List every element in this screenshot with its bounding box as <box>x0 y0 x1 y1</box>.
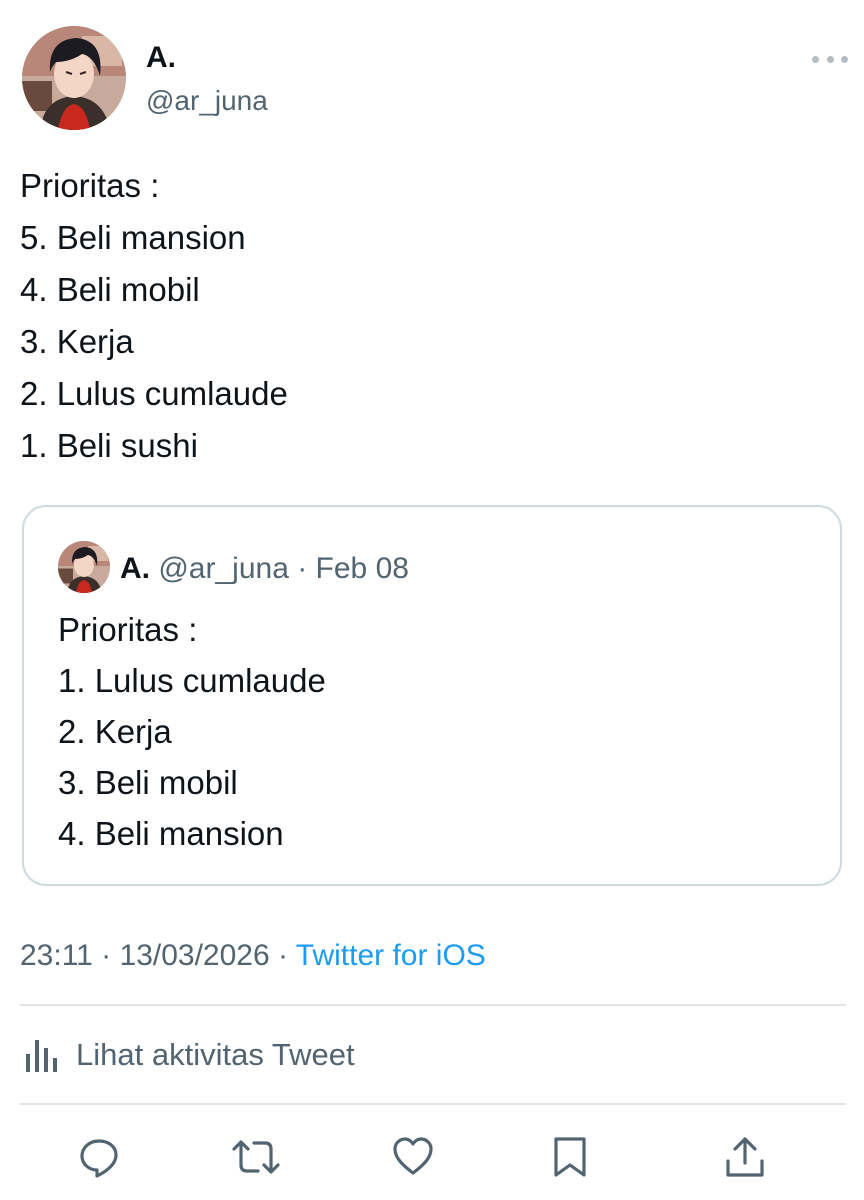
tweet-line: 5. Beli mansion <box>20 219 246 256</box>
retweet-icon <box>232 1140 280 1174</box>
quoted-author-name: A. <box>120 552 150 585</box>
quoted-tweet-text: Prioritas : 1. Lulus cumlaude 2. Kerja 3… <box>58 604 326 859</box>
heart-icon <box>393 1137 433 1175</box>
share-button[interactable] <box>718 1130 772 1184</box>
author-avatar[interactable] <box>22 26 126 130</box>
tweet-source[interactable]: Twitter for iOS <box>296 939 486 972</box>
view-activity-button[interactable]: Lihat aktivitas Tweet <box>20 1030 355 1080</box>
bookmark-icon <box>554 1137 586 1177</box>
quoted-author-avatar <box>58 541 110 593</box>
quoted-tweet-header: A. @ar_juna · Feb 08 <box>120 551 409 587</box>
tweet-line: 1. Beli sushi <box>20 427 198 464</box>
quoted-tweet-card[interactable]: A. @ar_juna · Feb 08 Prioritas : 1. Lulu… <box>22 505 842 886</box>
tweet-line: 2. Lulus cumlaude <box>20 375 288 412</box>
view-activity-label: Lihat aktivitas Tweet <box>76 1037 355 1072</box>
like-button[interactable] <box>386 1130 440 1184</box>
tweet-line: 4. Beli mobil <box>20 271 200 308</box>
divider <box>20 1103 846 1105</box>
tweet-line: 3. Kerja <box>20 323 134 360</box>
quoted-line: 3. Beli mobil <box>58 764 238 801</box>
reply-button[interactable] <box>72 1130 126 1184</box>
quoted-line: 2. Kerja <box>58 713 172 750</box>
author-name[interactable]: A. <box>146 38 176 78</box>
tweet-line: Prioritas : <box>20 167 160 204</box>
share-icon <box>726 1137 764 1177</box>
quoted-line: Prioritas : <box>58 611 198 648</box>
reply-icon <box>80 1139 118 1178</box>
retweet-button[interactable] <box>229 1130 283 1184</box>
quoted-author-handle: @ar_juna <box>158 552 289 585</box>
bar-chart-icon <box>26 1040 57 1072</box>
divider <box>20 1004 846 1006</box>
author-handle[interactable]: @ar_juna <box>146 83 268 119</box>
quoted-line: 1. Lulus cumlaude <box>58 662 326 699</box>
more-dots-icon[interactable] <box>812 50 848 68</box>
tweet-timestamp[interactable]: 23:11 · 13/03/2026 · <box>20 939 296 972</box>
quoted-date: · Feb 08 <box>288 552 409 585</box>
tweet-meta: 23:11 · 13/03/2026 · Twitter for iOS <box>20 936 486 976</box>
tweet-text: Prioritas : 5. Beli mansion 4. Beli mobi… <box>20 160 288 472</box>
quoted-line: 4. Beli mansion <box>58 815 284 852</box>
bookmark-button[interactable] <box>543 1130 597 1184</box>
